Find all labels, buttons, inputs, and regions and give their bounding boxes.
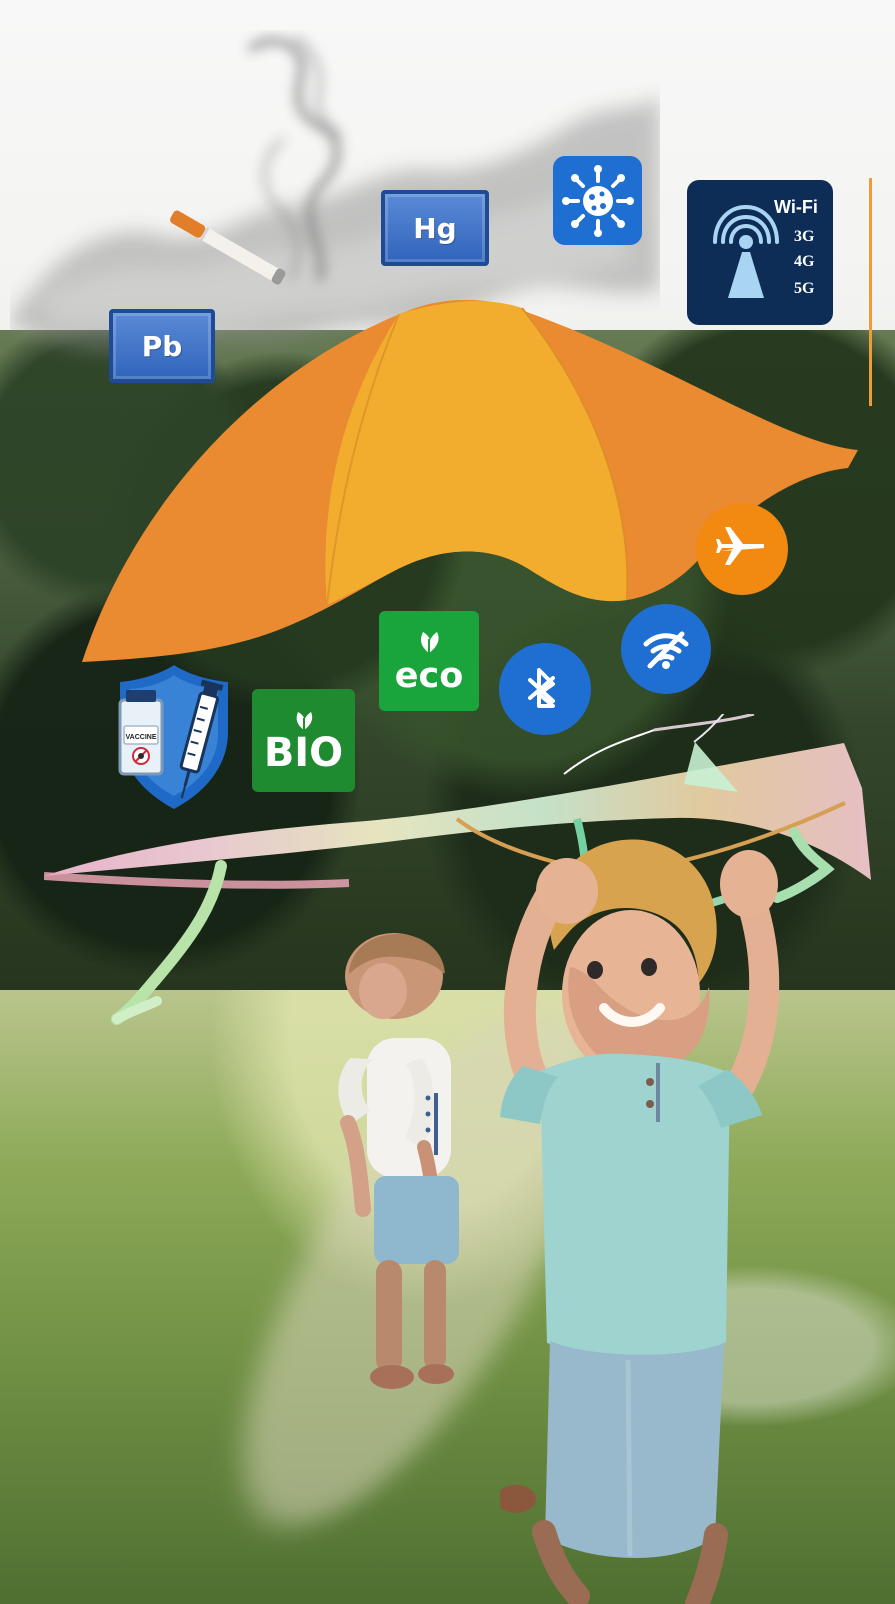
foreground-child [500, 839, 780, 1604]
virus-badge [553, 156, 642, 245]
eco-badge: eco [379, 611, 479, 711]
orange-accent-line [869, 178, 872, 406]
network-4g-label: 4G [794, 253, 815, 270]
illustration-stage: Pb Hg Wi-Fi 3G 4G 5G eco BIO VACCINE [0, 0, 895, 1604]
virus-icon [561, 164, 634, 237]
airplane-mode-badge [696, 503, 788, 595]
wifi-off-badge [621, 604, 711, 694]
wifi-off-icon [643, 631, 689, 669]
background-child [338, 933, 459, 1389]
mercury-label: Hg [413, 211, 457, 245]
bluetooth-icon [528, 668, 555, 708]
leaf-icon [421, 631, 439, 653]
wifi-label: Wi-Fi [774, 197, 818, 217]
airplane-mode-icon [716, 527, 764, 565]
eco-label: eco [394, 655, 464, 696]
mercury-badge: Hg [381, 190, 489, 266]
network-5g-label: 5G [794, 280, 815, 297]
cigarette-icon [170, 210, 286, 285]
network-3g-label: 3G [794, 228, 815, 245]
